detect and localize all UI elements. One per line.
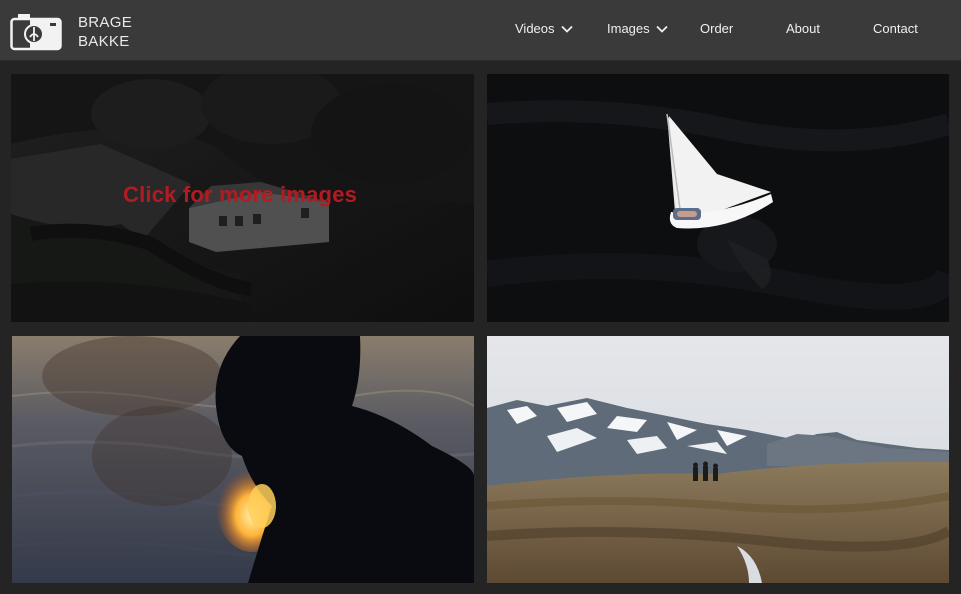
- nav-about[interactable]: About: [786, 21, 820, 36]
- camera-icon[interactable]: [10, 11, 62, 51]
- nav-videos-label: Videos: [515, 21, 555, 36]
- brand-line-2: BAKKE: [78, 33, 130, 50]
- brand-line-1: BRAGE: [78, 14, 133, 31]
- mountain-hikers-image: [487, 336, 949, 583]
- nav-about-label: About: [786, 21, 820, 36]
- nav-order-label: Order: [700, 21, 734, 36]
- site-header: BRAGE BAKKE Videos Images Order About Co…: [0, 0, 961, 61]
- gallery-tile-fire[interactable]: [12, 336, 474, 583]
- gallery-tile-sailboat[interactable]: [487, 74, 949, 322]
- nav-images-label: Images: [607, 21, 650, 36]
- nav-contact[interactable]: Contact: [873, 21, 918, 36]
- more-images-caption[interactable]: Click for more images: [123, 182, 357, 208]
- gallery-tile-house[interactable]: Click for more images: [11, 74, 474, 322]
- nav-order[interactable]: Order: [700, 21, 733, 36]
- fire-silhouette-image: [12, 336, 474, 583]
- gallery-tile-mountain[interactable]: [487, 336, 949, 583]
- chevron-down-icon: [656, 25, 668, 33]
- sailboat-image: [487, 74, 949, 322]
- nav-videos[interactable]: Videos: [515, 21, 573, 36]
- chevron-down-icon: [560, 25, 573, 33]
- nav-images[interactable]: Images: [607, 21, 668, 36]
- nav-contact-label: Contact: [873, 21, 918, 36]
- brand-name[interactable]: BRAGE BAKKE: [78, 13, 132, 51]
